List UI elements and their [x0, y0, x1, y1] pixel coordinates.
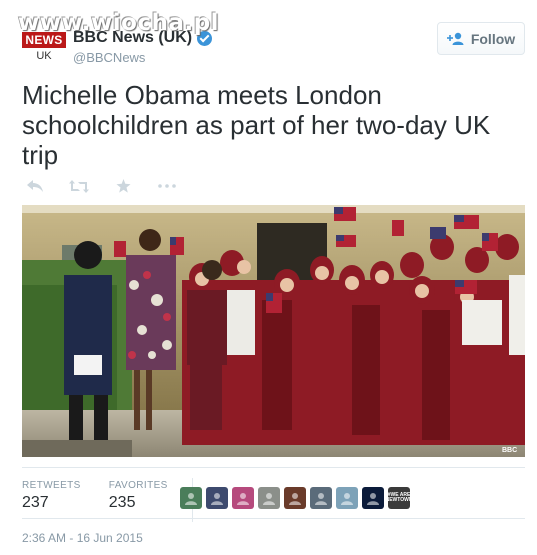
follow-label: Follow: [470, 30, 516, 47]
follow-user-icon: [446, 32, 464, 45]
favoriter-avatar-text: #WE ARE NEWTOWN: [388, 492, 410, 503]
tweet-photo[interactable]: BBC: [22, 205, 525, 457]
favoriter-avatar[interactable]: [180, 487, 202, 509]
favoriter-avatar[interactable]: [258, 487, 280, 509]
follow-button[interactable]: Follow: [437, 22, 525, 55]
retweets-count: 237: [22, 494, 49, 511]
favoriter-avatar[interactable]: [284, 487, 306, 509]
tweet-text: Michelle Obama meets London schoolchildr…: [22, 80, 491, 170]
retweets-label: RETWEETS: [22, 480, 81, 491]
favorites-count: 235: [108, 494, 136, 511]
favoriter-avatar[interactable]: [310, 487, 332, 509]
favoriter-avatar[interactable]: #WE ARE NEWTOWN: [388, 487, 410, 509]
retweet-icon[interactable]: [68, 178, 90, 194]
favoriter-avatar[interactable]: [206, 487, 228, 509]
tweet-stats: RETWEETS 237 FAVORITES 235: [22, 478, 203, 522]
more-icon[interactable]: [156, 178, 178, 194]
account-handle[interactable]: @BBCNews: [73, 50, 212, 65]
logo-subtitle: UK: [36, 50, 52, 62]
tweet-timestamp[interactable]: 2:36 AM - 16 Jun 2015: [22, 531, 143, 545]
reply-icon[interactable]: [24, 178, 46, 194]
photo-watermark: BBC: [502, 447, 517, 454]
photo-scene: BBC: [22, 205, 525, 457]
favoriter-avatar[interactable]: [232, 487, 254, 509]
favoriter-avatar[interactable]: [336, 487, 358, 509]
favorite-icon[interactable]: [112, 178, 134, 194]
divider: [22, 467, 525, 468]
favoriters-list: #WE ARE NEWTOWN: [180, 487, 410, 509]
favorites-label: FAVORITES: [108, 480, 168, 491]
favoriter-avatar[interactable]: [362, 487, 384, 509]
site-watermark: www.wiocha.pl: [18, 10, 220, 36]
divider: [22, 518, 525, 519]
retweets-stat[interactable]: RETWEETS 237: [22, 480, 97, 522]
favorites-stat[interactable]: FAVORITES 235: [109, 480, 184, 522]
tweet-actions: [24, 178, 178, 194]
